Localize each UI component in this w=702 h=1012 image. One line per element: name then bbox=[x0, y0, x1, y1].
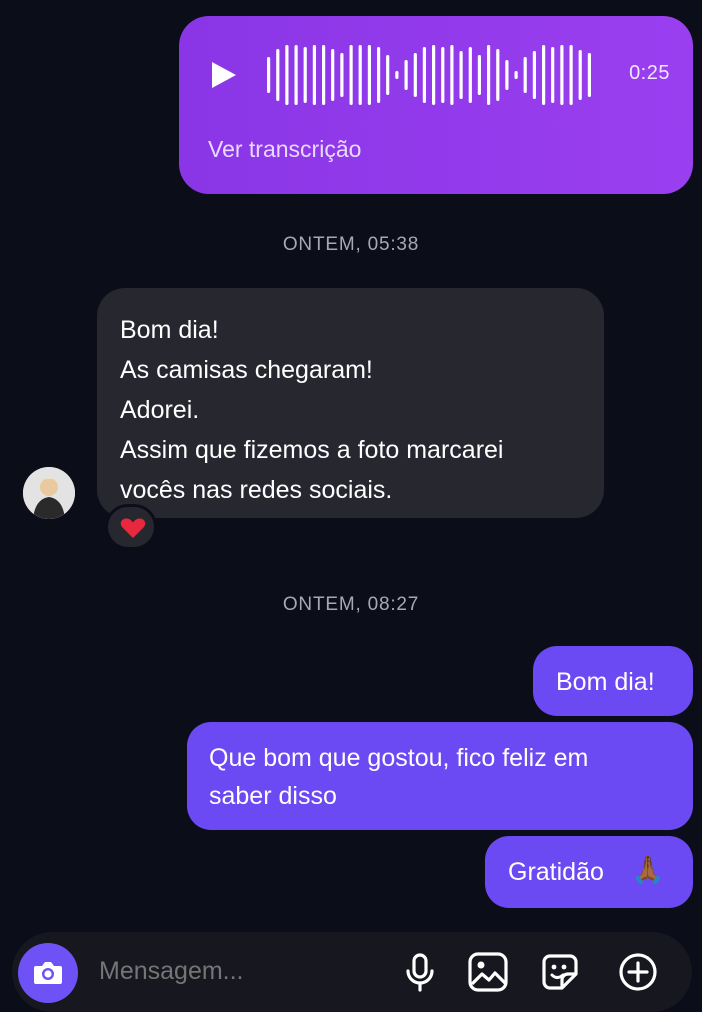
waveform-bar bbox=[514, 71, 518, 79]
waveform-bar bbox=[349, 45, 353, 105]
waveform-bar bbox=[569, 45, 573, 105]
waveform-bar bbox=[413, 53, 417, 97]
heart-icon bbox=[120, 518, 146, 538]
waveform-bar bbox=[322, 45, 326, 105]
waveform-bar bbox=[532, 51, 536, 99]
waveform-bar bbox=[331, 49, 335, 101]
timestamp-2: ONTEM, 08:27 bbox=[282, 594, 420, 615]
view-transcript-link[interactable]: Ver transcrição bbox=[208, 136, 361, 163]
waveform-bar bbox=[267, 57, 271, 93]
waveform-bar bbox=[496, 49, 500, 101]
sent-message-text: Gratidão bbox=[508, 858, 604, 886]
image-icon[interactable] bbox=[466, 950, 510, 994]
waveform-bar bbox=[422, 47, 426, 103]
sent-message-bubble[interactable]: Que bom que gostou, fico feliz em saber … bbox=[187, 722, 693, 830]
waveform-bar bbox=[358, 45, 362, 105]
message-input[interactable] bbox=[97, 956, 381, 987]
sent-message-text: Bom dia! bbox=[556, 668, 655, 696]
waveform-bar bbox=[294, 45, 298, 105]
plus-circle-icon[interactable] bbox=[616, 950, 660, 994]
waveform-bar bbox=[560, 45, 564, 105]
waveform-bar bbox=[377, 47, 381, 103]
sent-message-bubble[interactable]: Bom dia! bbox=[533, 646, 693, 716]
microphone-icon[interactable] bbox=[398, 950, 442, 994]
waveform-bar bbox=[450, 45, 454, 105]
waveform-bar bbox=[404, 60, 408, 90]
received-message-text: Bom dia! As camisas chegaram! Adorei. As… bbox=[120, 310, 590, 510]
audio-waveform[interactable] bbox=[264, 40, 594, 110]
message-line: Adorei. bbox=[120, 396, 200, 424]
waveform-bar bbox=[587, 53, 591, 97]
waveform-bar bbox=[386, 55, 390, 95]
waveform-bar bbox=[468, 47, 472, 103]
camera-button[interactable] bbox=[18, 943, 78, 1003]
message-line: Assim que fizemos a foto marcarei bbox=[120, 436, 504, 464]
waveform-bar bbox=[432, 45, 436, 105]
waveform-bar bbox=[395, 71, 399, 79]
sent-message-text: Que bom que gostou, fico feliz em bbox=[209, 744, 589, 772]
waveform-bar bbox=[505, 60, 509, 90]
waveform-bar bbox=[477, 55, 481, 95]
waveform-bar bbox=[367, 45, 371, 105]
play-icon[interactable] bbox=[208, 60, 238, 90]
message-line: vocês nas redes sociais. bbox=[120, 476, 393, 504]
waveform-bar bbox=[459, 51, 463, 99]
waveform-bar bbox=[542, 45, 546, 105]
waveform-bar bbox=[276, 49, 280, 101]
sent-message-bubble[interactable]: Gratidão 🙏🏾 bbox=[485, 836, 693, 908]
waveform-bar bbox=[551, 47, 555, 103]
praying-hands-emoji: 🙏🏾 bbox=[631, 855, 665, 885]
message-line: As camisas chegaram! bbox=[120, 356, 373, 384]
timestamp-1: ONTEM, 05:38 bbox=[282, 234, 420, 255]
avatar[interactable] bbox=[23, 467, 75, 519]
voice-duration: 0:25 bbox=[629, 62, 670, 84]
waveform-bar bbox=[523, 57, 527, 93]
message-line: Bom dia! bbox=[120, 316, 219, 344]
sent-message-text: saber disso bbox=[209, 782, 337, 810]
waveform-bar bbox=[340, 53, 344, 97]
reaction-badge[interactable] bbox=[105, 504, 157, 550]
waveform-bar bbox=[487, 45, 491, 105]
waveform-bar bbox=[285, 45, 289, 105]
waveform-bar bbox=[303, 47, 307, 103]
waveform-bar bbox=[441, 47, 445, 103]
waveform-bar bbox=[578, 50, 582, 100]
sticker-icon[interactable] bbox=[538, 950, 582, 994]
camera-icon bbox=[34, 962, 62, 984]
waveform-bar bbox=[312, 45, 316, 105]
